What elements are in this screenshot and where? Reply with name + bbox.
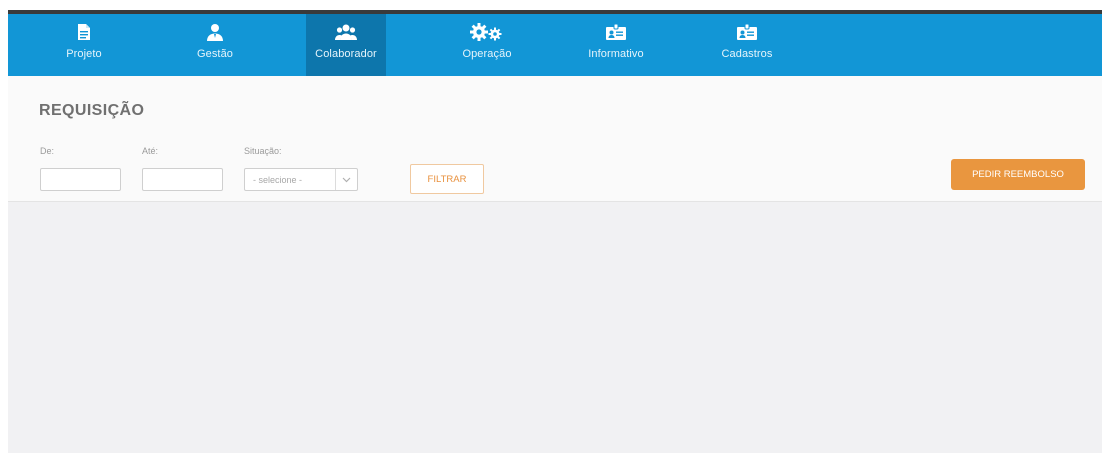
- nav-item-colaborador[interactable]: Colaborador: [306, 14, 386, 76]
- request-refund-button[interactable]: PEDIR REEMBOLSO: [951, 159, 1085, 190]
- status-label: Situação:: [244, 146, 282, 156]
- gears-icon: [470, 22, 504, 42]
- nav-item-projeto[interactable]: Projeto: [53, 14, 115, 76]
- nav-item-gestao[interactable]: Gestão: [184, 14, 246, 76]
- users-group-icon: [335, 22, 357, 42]
- user-tie-icon: [204, 22, 226, 42]
- nav-item-operacao[interactable]: Operação: [456, 14, 518, 76]
- filter-button[interactable]: FILTRAR: [410, 164, 484, 194]
- app-window: Projeto Gestão Colaborador Operação Info: [8, 10, 1102, 453]
- chevron-down-icon[interactable]: [335, 169, 357, 190]
- from-date-label: De:: [40, 146, 55, 156]
- nav-item-informativo[interactable]: Informativo: [578, 14, 654, 76]
- nav-label-informativo: Informativo: [588, 48, 644, 60]
- to-date-input[interactable]: [142, 168, 223, 191]
- content-area: [8, 203, 1102, 453]
- nav-item-cadastros[interactable]: Cadastros: [714, 14, 780, 76]
- main-navbar: Projeto Gestão Colaborador Operação Info: [8, 14, 1102, 76]
- document-icon: [73, 22, 95, 42]
- nav-label-operacao: Operação: [462, 48, 512, 60]
- from-date-input[interactable]: [40, 168, 121, 191]
- status-select[interactable]: - selecione -: [244, 168, 358, 191]
- id-card-icon: [736, 22, 758, 42]
- to-date-label: Até:: [142, 146, 159, 156]
- page-title: REQUISIÇÃO: [39, 102, 145, 119]
- nav-label-cadastros: Cadastros: [721, 48, 773, 60]
- nav-label-colaborador: Colaborador: [315, 48, 377, 60]
- nav-label-gestao: Gestão: [196, 48, 234, 60]
- filter-panel: REQUISIÇÃO De: Até: Situação: - selecion…: [8, 76, 1102, 202]
- nav-label-projeto: Projeto: [66, 48, 102, 60]
- status-select-value: - selecione -: [253, 175, 303, 185]
- id-card-icon: [605, 22, 627, 42]
